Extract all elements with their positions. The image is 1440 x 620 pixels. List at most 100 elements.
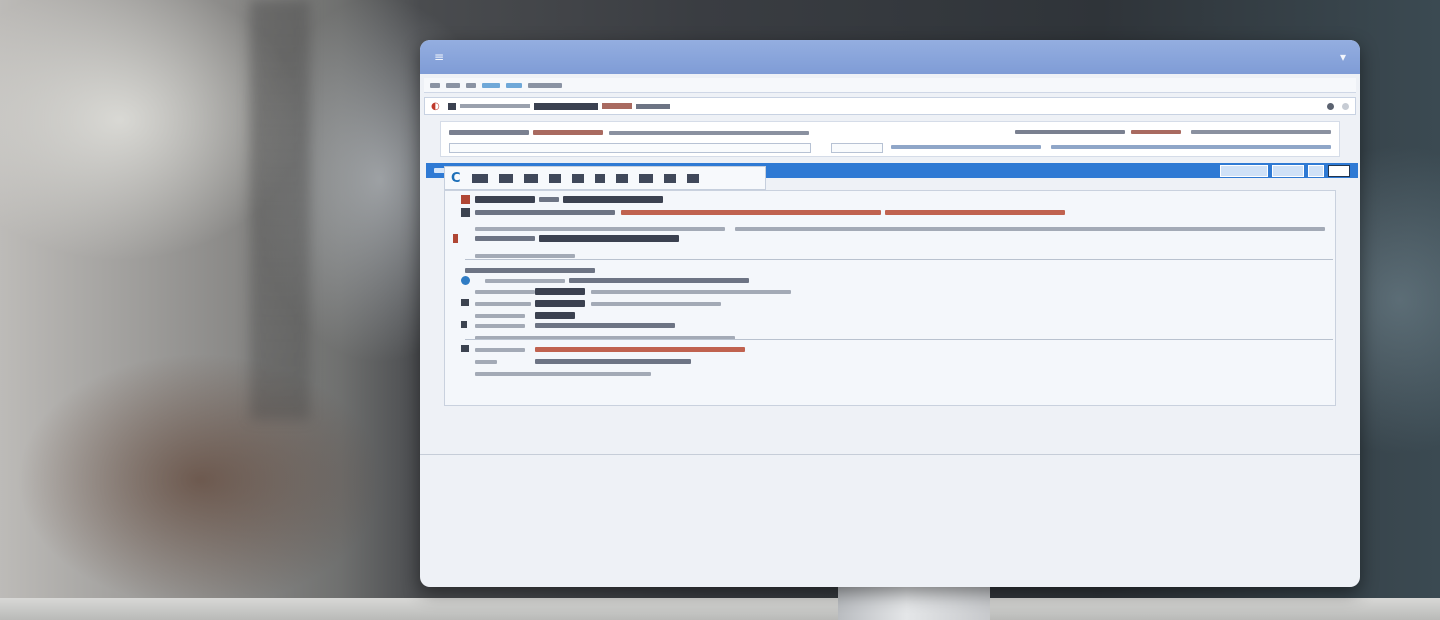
menu-item[interactable] <box>528 82 562 88</box>
toolbar-item[interactable] <box>471 173 488 183</box>
reload-icon[interactable] <box>1327 102 1334 110</box>
list-item-highlight <box>885 210 1065 215</box>
section-bar-button[interactable] <box>1220 164 1268 177</box>
toolbar: C <box>444 166 766 190</box>
list-item-text <box>475 254 575 258</box>
toolbar-item[interactable] <box>571 173 584 183</box>
chevron-down-icon[interactable]: ▾ <box>1340 50 1346 64</box>
address-bar[interactable]: ◐ <box>424 97 1356 115</box>
menu-strip <box>424 78 1356 93</box>
list-item-icon <box>461 299 469 306</box>
list-item[interactable] <box>445 369 1335 379</box>
page-divider <box>420 454 1360 455</box>
logo-icon: C <box>451 170 461 186</box>
menu-item[interactable] <box>430 82 440 88</box>
list-item[interactable] <box>445 266 1335 276</box>
list-item-icon <box>461 208 470 217</box>
section-divider <box>465 259 1333 260</box>
list-item-text <box>475 290 535 294</box>
toolbar-item[interactable] <box>686 173 699 183</box>
list-item-text <box>485 279 565 283</box>
list-item-text <box>569 278 749 283</box>
menu-item[interactable] <box>506 82 522 88</box>
header-title-highlight <box>533 130 603 135</box>
list-item[interactable] <box>445 208 1335 218</box>
list-item-text <box>475 348 525 352</box>
list-item[interactable] <box>445 276 1335 286</box>
list-item-text <box>475 324 525 328</box>
list-item-highlight <box>535 347 745 352</box>
list-item-title <box>535 288 585 295</box>
list-item[interactable] <box>445 333 1335 343</box>
toolbar-item[interactable] <box>548 173 561 183</box>
header-meta <box>1015 130 1125 134</box>
list-item[interactable] <box>445 311 1335 321</box>
search-input[interactable] <box>449 143 811 153</box>
list-item-text <box>475 210 615 215</box>
header-title <box>449 130 529 135</box>
header-subtitle <box>609 131 809 135</box>
toolbar-item[interactable] <box>498 173 513 183</box>
list-item-text <box>535 359 691 364</box>
section-bar-button[interactable] <box>1328 164 1350 177</box>
window-title-bar: ≡ ▾ <box>420 40 1360 74</box>
list-item-title <box>539 235 679 242</box>
section-divider <box>465 339 1333 340</box>
list-item[interactable] <box>445 234 1335 244</box>
monitor-stand <box>838 586 990 620</box>
list-item[interactable] <box>445 224 1335 234</box>
page-header <box>440 121 1340 157</box>
list-item-title <box>563 196 663 203</box>
header-meta-2 <box>1191 130 1331 134</box>
filter-input[interactable] <box>831 143 883 153</box>
list-item[interactable] <box>445 321 1335 331</box>
header-meta-3 <box>1051 145 1331 149</box>
list-item-icon <box>461 276 470 285</box>
list-item-text <box>475 360 497 364</box>
toolbar-item[interactable] <box>594 173 605 183</box>
list-item-text <box>475 372 651 376</box>
list-item[interactable] <box>445 345 1335 355</box>
list-item-text <box>735 227 1325 231</box>
list-item-icon <box>461 345 469 352</box>
list-item[interactable] <box>445 357 1335 367</box>
list-item-highlight <box>621 210 881 215</box>
browser-icon: ◐ <box>431 100 440 112</box>
toolbar-item[interactable] <box>523 173 538 183</box>
list-item-icon <box>461 195 470 204</box>
toolbar-item[interactable] <box>663 173 676 183</box>
content-panel <box>444 190 1336 406</box>
header-meta-highlight <box>1131 130 1181 134</box>
list-item-text <box>475 236 535 241</box>
monitor-screen: ≡ ▾ ◐ C <box>420 40 1360 587</box>
list-item-text <box>535 323 675 328</box>
list-item-text <box>591 302 721 306</box>
section-bar-button[interactable] <box>1272 164 1304 177</box>
list-item-icon <box>453 234 458 243</box>
menu-item[interactable] <box>446 82 460 88</box>
list-item-text <box>539 197 559 202</box>
settings-icon[interactable] <box>1342 102 1349 110</box>
background-window-blur <box>250 0 310 420</box>
list-item-text <box>591 290 791 294</box>
toolbar-item[interactable] <box>638 173 653 183</box>
list-item[interactable] <box>445 299 1335 309</box>
list-item-text <box>465 268 595 273</box>
list-item-title <box>535 312 575 319</box>
list-item-title <box>535 300 585 307</box>
list-item-text <box>475 302 531 306</box>
section-bar-button[interactable] <box>1308 164 1324 177</box>
desk-surface <box>0 598 1440 620</box>
menu-item[interactable] <box>466 82 476 88</box>
hamburger-menu-icon[interactable]: ≡ <box>434 50 444 64</box>
header-info <box>891 145 1041 149</box>
list-item[interactable] <box>445 195 1335 205</box>
list-item-text <box>475 314 525 318</box>
list-item-text <box>475 227 725 231</box>
menu-item[interactable] <box>482 82 500 88</box>
list-item-title <box>475 196 535 203</box>
toolbar-item[interactable] <box>615 173 628 183</box>
list-item[interactable] <box>445 287 1335 297</box>
list-item-icon <box>461 321 467 328</box>
address-text <box>447 102 670 110</box>
